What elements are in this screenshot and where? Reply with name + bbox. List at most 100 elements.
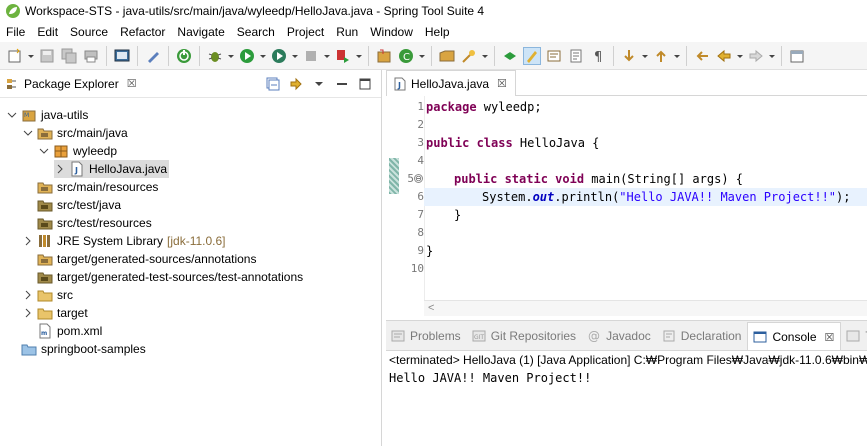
search-dropdown-icon[interactable] <box>481 47 489 65</box>
edit-icon[interactable] <box>144 47 162 65</box>
stop-icon[interactable] <box>302 47 320 65</box>
tree-item-label: src/test/resources <box>57 216 152 230</box>
menu-source[interactable]: Source <box>64 22 114 42</box>
chevron-down-icon[interactable] <box>22 127 34 139</box>
previous-annotation-icon[interactable] <box>652 47 670 65</box>
maximize-icon[interactable] <box>357 76 373 92</box>
svg-text:GIT: GIT <box>474 334 484 341</box>
terminal-icon[interactable] <box>113 47 131 65</box>
editor-horizontal-scrollbar[interactable]: < <box>424 300 867 316</box>
minimize-icon[interactable] <box>334 76 350 92</box>
menu-project[interactable]: Project <box>281 22 330 42</box>
debug-icon[interactable] <box>206 47 224 65</box>
chevron-down-icon[interactable] <box>6 109 18 121</box>
chevron-right-icon[interactable] <box>22 289 34 301</box>
tree-item-generated-test-sources[interactable]: target/generated-test-sources/test-annot… <box>22 268 303 286</box>
close-icon[interactable]: ☒ <box>497 77 507 90</box>
tree-item-springboot-samples[interactable]: springboot-samples <box>6 340 146 358</box>
chevron-right-icon[interactable] <box>22 235 34 247</box>
tree-item-src-test-java[interactable]: src/test/java <box>22 196 121 214</box>
menu-help[interactable]: Help <box>419 22 456 42</box>
tree-item-hellojava[interactable]: J HelloJava.java <box>54 160 170 178</box>
menu-edit[interactable]: Edit <box>31 22 64 42</box>
chevron-right-icon[interactable] <box>54 163 66 175</box>
menu-run[interactable]: Run <box>330 22 364 42</box>
chevron-right-icon[interactable] <box>22 307 34 319</box>
console-status-line: <terminated> HelloJava (1) [Java Applica… <box>389 353 867 367</box>
coverage-dropdown-icon[interactable] <box>291 47 299 65</box>
previous-annotation-dropdown-icon[interactable] <box>673 47 681 65</box>
tab-terminal[interactable]: Te <box>841 321 867 350</box>
toolbar-separator <box>686 45 687 66</box>
tree-item-src[interactable]: src <box>22 286 73 304</box>
run-icon[interactable] <box>238 47 256 65</box>
tab-git-repositories[interactable]: GIT Git Repositories <box>467 321 582 350</box>
chevron-down-icon[interactable] <box>38 145 50 157</box>
external-tools-dropdown-icon[interactable] <box>355 47 363 65</box>
javadoc-icon: @ <box>586 328 602 344</box>
tab-javadoc[interactable]: @ Javadoc <box>582 321 657 350</box>
tree-item-java-utils[interactable]: M java-utils <box>6 106 88 124</box>
mark-occurrences-icon[interactable] <box>523 46 541 65</box>
tree-item-src-main-java[interactable]: src/main/java <box>22 124 128 142</box>
new-java-project-icon[interactable] <box>375 47 393 65</box>
terminal-icon <box>845 328 861 344</box>
print-icon[interactable] <box>82 47 100 65</box>
chevron-left-icon[interactable]: < <box>428 302 434 314</box>
link-with-editor-icon[interactable] <box>288 76 304 92</box>
tab-declaration[interactable]: Declaration <box>657 321 748 350</box>
save-all-icon[interactable] <box>60 47 78 65</box>
menu-file[interactable]: File <box>0 22 31 42</box>
package-explorer-tab[interactable]: Package Explorer ☒ <box>0 70 143 98</box>
code-area[interactable]: 1 2 3 4 5 6 7 8 9 10 ⊖ package wyleedp; … <box>386 96 867 300</box>
close-icon[interactable]: ☒ <box>825 331 835 344</box>
back-dropdown-icon[interactable] <box>736 47 744 65</box>
tab-problems[interactable]: Problems <box>386 321 467 350</box>
close-icon[interactable]: ☒ <box>127 77 137 90</box>
open-perspective-icon[interactable] <box>788 47 806 65</box>
forward-dropdown-icon[interactable] <box>768 47 776 65</box>
tab-console[interactable]: Console ☒ <box>747 321 842 350</box>
tree-item-generated-sources[interactable]: target/generated-sources/annotations <box>22 250 256 268</box>
back-icon[interactable] <box>715 47 733 65</box>
next-annotation-dropdown-icon[interactable] <box>641 47 649 65</box>
tree-item-src-test-resources[interactable]: src/test/resources <box>22 214 152 232</box>
toggle-breadcrumb-icon[interactable] <box>501 47 519 65</box>
menu-window[interactable]: Window <box>364 22 419 42</box>
code-line-1: package wyleedp; <box>426 100 542 114</box>
tree-item-wyleedp[interactable]: wyleedp <box>38 142 117 160</box>
new-class-dropdown-icon[interactable] <box>418 47 426 65</box>
view-menu-icon[interactable] <box>311 76 327 92</box>
tree-item-jre-system-library[interactable]: JRE System Library [jdk-11.0.6] <box>22 232 226 250</box>
forward-icon[interactable] <box>747 47 765 65</box>
tree-item-pom-xml[interactable]: m pom.xml <box>22 322 102 340</box>
collapse-all-icon[interactable] <box>265 76 281 92</box>
last-edit-location-icon[interactable] <box>693 47 711 65</box>
toolbar-separator <box>199 45 200 66</box>
fold-collapse-icon[interactable]: ⊖ <box>414 174 423 183</box>
editor-tab-hellojava[interactable]: J HelloJava.java ☒ <box>386 70 516 96</box>
word-wrap-icon[interactable] <box>567 47 585 65</box>
tree-item-src-main-resources[interactable]: src/main/resources <box>22 178 158 196</box>
new-icon[interactable] <box>6 47 24 65</box>
menu-refactor[interactable]: Refactor <box>114 22 171 42</box>
tree-item-target[interactable]: target <box>22 304 88 322</box>
open-type-icon[interactable] <box>438 47 456 65</box>
new-dropdown-icon[interactable] <box>27 47 35 65</box>
next-annotation-icon[interactable] <box>620 47 638 65</box>
menu-search[interactable]: Search <box>231 22 281 42</box>
run-dropdown-icon[interactable] <box>259 47 267 65</box>
new-class-icon[interactable]: C <box>397 47 415 65</box>
spring-boot-icon[interactable] <box>175 47 193 65</box>
search-icon[interactable] <box>460 47 478 65</box>
code-line-9: } <box>426 244 434 258</box>
debug-dropdown-icon[interactable] <box>227 47 235 65</box>
show-whitespace-icon[interactable]: ¶ <box>589 47 607 65</box>
save-icon[interactable] <box>38 47 56 65</box>
menu-navigate[interactable]: Navigate <box>171 22 230 42</box>
stop-dropdown-icon[interactable] <box>323 47 331 65</box>
external-tools-icon[interactable] <box>334 47 352 65</box>
toggle-block-selection-icon[interactable] <box>545 47 563 65</box>
line-number: 2 <box>417 118 424 131</box>
run-coverage-icon[interactable] <box>270 47 288 65</box>
